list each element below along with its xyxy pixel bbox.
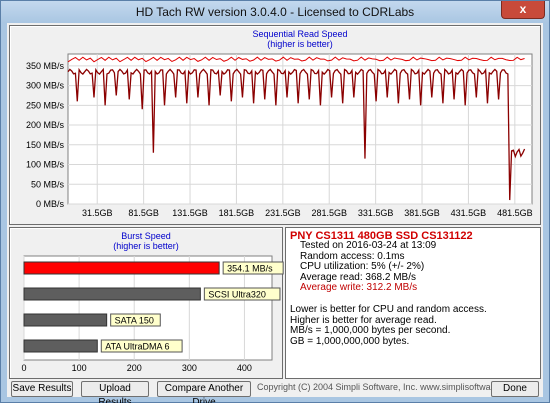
read-chart: Sequential Read Speed(higher is better) 0… xyxy=(26,29,533,218)
burst-bar xyxy=(23,313,108,327)
y-tick-label: 150 MB/s xyxy=(26,140,65,150)
notes: Lower is better for CPU and random acces… xyxy=(290,305,487,347)
y-tick-label: 300 MB/s xyxy=(26,81,65,91)
burst-chart-subtitle: (higher is better) xyxy=(113,241,179,251)
read-chart-title: Sequential Read Speed xyxy=(252,29,347,39)
x-tick-label: 481.5GB xyxy=(497,208,533,218)
x-tick-label: 281.5GB xyxy=(311,208,347,218)
x-tick-label: 231.5GB xyxy=(265,208,301,218)
average-write: Average write: 312.2 MB/s xyxy=(300,282,418,294)
y-tick-label: 350 MB/s xyxy=(26,61,65,71)
burst-x-tick-label: 300 xyxy=(182,363,197,373)
y-tick-label: 100 MB/s xyxy=(26,160,65,170)
compare-drive-button[interactable]: Compare Another Drive xyxy=(157,381,251,403)
read-chart-panel: Sequential Read Speed (higher is better) 0… xyxy=(9,25,541,225)
results-panel: PNY CS1311 480GB SSD CS131122 Tested on … xyxy=(285,227,541,379)
y-tick-label: 200 MB/s xyxy=(26,120,65,130)
y-tick-label: 250 MB/s xyxy=(26,100,65,110)
burst-x-tick-label: 0 xyxy=(21,363,26,373)
title-bar: HD Tach RW version 3.0.4.0 - Licensed to… xyxy=(1,1,549,23)
client-area: Sequential Read Speed (higher is better) 0… xyxy=(7,23,543,403)
burst-bar-label: ATA UltraDMA 6 xyxy=(105,342,169,352)
burst-x-tick-label: 200 xyxy=(127,363,142,373)
x-tick-label: 181.5GB xyxy=(219,208,255,218)
burst-bar-label: SATA 150 xyxy=(115,316,154,326)
burst-bar xyxy=(23,287,201,301)
y-tick-label: 0 MB/s xyxy=(36,199,65,209)
results-info: PNY CS1311 480GB SSD CS131122 Tested on … xyxy=(290,230,487,347)
x-tick-label: 81.5GB xyxy=(128,208,159,218)
burst-bar-label: SCSI Ultra320 xyxy=(208,290,266,300)
x-tick-label: 131.5GB xyxy=(172,208,208,218)
burst-x-tick-label: 100 xyxy=(72,363,87,373)
save-results-button[interactable]: Save Results xyxy=(11,381,73,397)
burst-bar xyxy=(23,261,220,275)
window-title: HD Tach RW version 3.0.4.0 - Licensed to… xyxy=(135,5,415,19)
burst-chart-panel: Burst Speed (higher is better) 0 100 200 300 4… xyxy=(9,227,284,379)
y-tick-label: 50 MB/s xyxy=(31,179,65,189)
note-line: GB = 1,000,000,000 bytes. xyxy=(290,335,410,347)
burst-bar xyxy=(23,339,98,353)
done-button[interactable]: Done xyxy=(491,381,539,397)
close-icon: x xyxy=(519,2,527,16)
upload-results-button[interactable]: Upload Results xyxy=(81,381,149,403)
app-window: HD Tach RW version 3.0.4.0 - Licensed to… xyxy=(0,0,550,403)
burst-chart: Burst Speed(higher is better) 0 100 200 300 4… xyxy=(21,231,284,373)
copyright-text: Copyright (C) 2004 Simpli Software, Inc.… xyxy=(257,382,519,392)
x-tick-label: 381.5GB xyxy=(404,208,440,218)
x-tick-label: 431.5GB xyxy=(451,208,487,218)
burst-bar-label: 354.1 MB/s xyxy=(227,264,273,274)
burst-x-tick-label: 400 xyxy=(237,363,252,373)
close-button[interactable]: x xyxy=(501,1,545,19)
read-chart-subtitle: (higher is better) xyxy=(267,39,333,49)
x-tick-label: 31.5GB xyxy=(82,208,113,218)
x-tick-label: 331.5GB xyxy=(358,208,394,218)
burst-chart-title: Burst Speed xyxy=(121,231,171,241)
